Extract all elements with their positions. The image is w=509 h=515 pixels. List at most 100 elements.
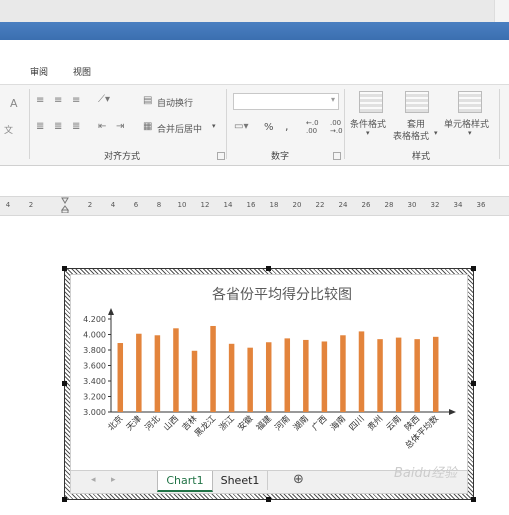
x-tick-label: 山西 (161, 413, 181, 433)
resize-handle[interactable] (62, 266, 67, 271)
ruler-tick: 2 (28, 201, 34, 209)
ruler-tick: 22 (315, 201, 325, 209)
chevron-down-icon: ▾ (468, 129, 472, 137)
bar (377, 339, 383, 412)
separator (226, 89, 227, 159)
chart[interactable]: 各省份平均得分比较图 3.000 3.200 3.400 3.600 3.800 4.000… (71, 275, 467, 471)
watermark: Baidu经验 (394, 466, 457, 481)
cell-styles-icon (458, 91, 482, 113)
menu-bar: 审阅 视图 (0, 40, 509, 84)
increase-indent-icon[interactable]: ⇥ (116, 121, 124, 132)
y-tick-label: 3.000 (83, 408, 106, 417)
sheet-tab-chart1[interactable]: Chart1 (157, 471, 213, 492)
currency-icon[interactable]: ▭▾ (234, 121, 248, 132)
ruler-tick: 8 (156, 201, 162, 209)
indent-marker-icon[interactable] (61, 197, 69, 214)
cell-styles-button[interactable]: 单元格样式 (444, 117, 489, 130)
align-top-icon[interactable]: ≡ (36, 95, 44, 106)
percent-button[interactable]: % (264, 122, 274, 133)
separator (29, 89, 30, 159)
font-size-a-icon[interactable]: A (10, 97, 18, 110)
phonetic-icon[interactable]: 文 (4, 123, 13, 136)
tab-review[interactable]: 审阅 (30, 65, 48, 78)
ruler-tick: 10 (177, 201, 187, 209)
ruler-tick: 12 (200, 201, 210, 209)
ruler-tick: 32 (430, 201, 440, 209)
ruler-tick: 18 (269, 201, 279, 209)
sheet-tab-sheet1[interactable]: Sheet1 (213, 471, 268, 490)
x-tick-label: 黑龙江 (192, 413, 218, 439)
resize-handle[interactable] (62, 381, 67, 386)
scroll-left-icon[interactable]: ◂ (91, 475, 96, 485)
align-left-icon[interactable]: ≣ (36, 121, 44, 132)
bar (284, 338, 291, 412)
merge-center-button[interactable]: 合并后居中 (157, 122, 202, 135)
number-launcher-icon[interactable] (333, 152, 341, 160)
format-as-table-icon (405, 91, 429, 113)
bar (191, 350, 198, 412)
x-tick-label: 天津 (124, 413, 144, 433)
bar (321, 341, 328, 412)
wrap-text-icon: ▤ (143, 95, 153, 106)
window-title-bar (0, 0, 509, 23)
orientation-icon[interactable]: ⟋▾ (98, 94, 110, 105)
ruler-tick: 26 (361, 201, 371, 209)
window-control[interactable] (494, 0, 509, 22)
x-tick-label: 河北 (143, 413, 163, 433)
y-axis-arrow (108, 308, 114, 315)
merge-center-icon: ▦ (143, 121, 153, 132)
y-tick-label: 3.600 (83, 362, 106, 371)
align-bottom-icon[interactable]: ≡ (72, 95, 80, 106)
align-right-icon[interactable]: ≣ (72, 121, 80, 132)
number-format-select[interactable]: ▾ (233, 93, 339, 110)
resize-handle[interactable] (471, 266, 476, 271)
merge-dropdown-icon[interactable]: ▾ (212, 122, 216, 130)
bar (265, 342, 272, 412)
wrap-text-button[interactable]: 自动换行 (157, 96, 193, 109)
y-tick-label: 4.000 (83, 331, 106, 340)
tab-view[interactable]: 视图 (73, 65, 91, 78)
x-tick-label: 广西 (310, 413, 330, 433)
comma-button[interactable]: , (285, 120, 289, 133)
y-tick-label: 4.200 (83, 315, 106, 324)
x-tick-label: 河南 (273, 413, 293, 433)
decrease-indent-icon[interactable]: ⇤ (98, 121, 106, 132)
resize-handle[interactable] (266, 266, 271, 271)
resize-handle[interactable] (471, 497, 476, 502)
group-label-styles: 样式 (412, 152, 431, 162)
alignment-launcher-icon[interactable] (217, 152, 225, 160)
ruler-tick: 36 (476, 201, 486, 209)
ruler-tick: 34 (453, 201, 463, 209)
bar (303, 339, 309, 412)
x-tick-label: 贵州 (365, 413, 385, 433)
conditional-format-icon (359, 91, 383, 113)
bar (432, 336, 439, 412)
decrease-decimal-button[interactable]: .00 →.0 (330, 119, 343, 135)
x-tick-label: 北京 (106, 413, 126, 433)
x-tick-label: 安徽 (235, 413, 255, 433)
align-center-icon[interactable]: ≣ (54, 121, 62, 132)
ruler-tick: 4 (5, 201, 11, 209)
y-tick-label: 3.800 (83, 346, 106, 355)
resize-handle[interactable] (62, 497, 67, 502)
resize-handle[interactable] (471, 381, 476, 386)
format-as-table-button[interactable]: 表格格式 (393, 129, 429, 142)
x-tick-label: 浙江 (217, 413, 237, 433)
resize-handle[interactable] (266, 497, 271, 502)
y-tick-label: 3.400 (83, 377, 106, 386)
ruler-tick: 24 (338, 201, 348, 209)
x-tick-label: 福建 (254, 413, 274, 433)
bar (210, 325, 216, 412)
ruler-tick: 28 (384, 201, 394, 209)
ruler-tick: 6 (133, 201, 139, 209)
align-middle-icon[interactable]: ≡ (54, 95, 62, 106)
add-sheet-button[interactable]: ⊕ (293, 472, 304, 487)
chevron-down-icon: ▾ (330, 95, 335, 104)
group-label-alignment: 对齐方式 (104, 152, 141, 162)
ruler-tick: 14 (223, 201, 233, 209)
chevron-down-icon: ▾ (366, 129, 370, 137)
chart-sheet: 各省份平均得分比较图 3.000 3.200 3.400 3.600 3.800 4.000… (70, 274, 468, 494)
increase-decimal-button[interactable]: ←.0 .00 (306, 119, 319, 135)
scroll-right-icon[interactable]: ▸ (111, 475, 116, 485)
ribbon-header-band (0, 22, 509, 40)
